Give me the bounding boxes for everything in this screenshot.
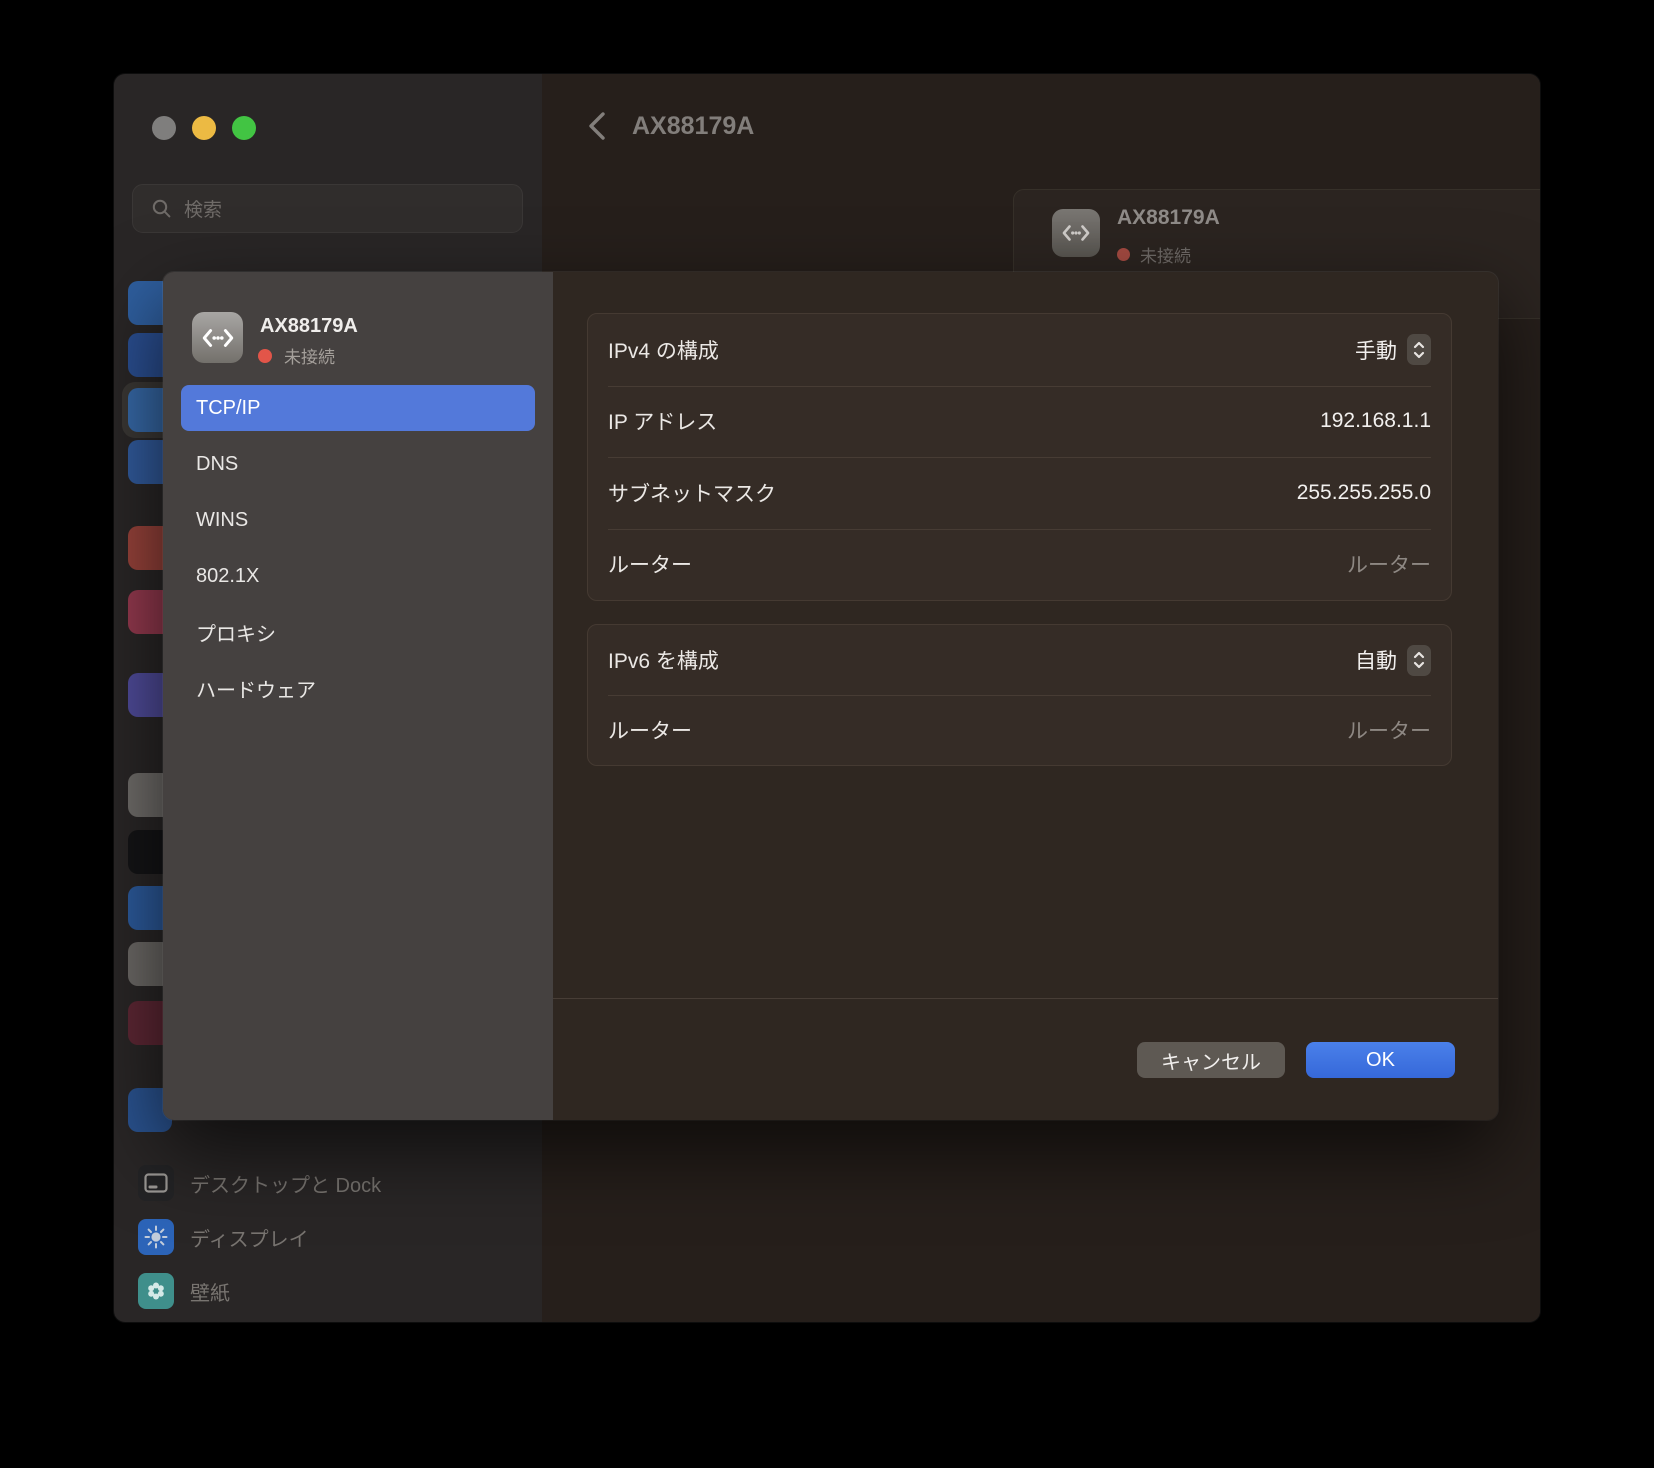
ipv6-settings-group: IPv6 を構成 自動 ルーター ルーター <box>587 624 1452 766</box>
subnet-mask-field[interactable]: 255.255.255.0 <box>1297 481 1431 505</box>
tab-hardware[interactable]: ハードウェア <box>181 665 535 711</box>
desktop-dock-icon <box>138 1165 174 1201</box>
ipv6-configure-value: 自動 <box>1355 645 1397 675</box>
ip-address-field[interactable]: 192.168.1.1 <box>1320 409 1431 433</box>
field-label: ルーター <box>608 549 692 579</box>
field-label: IPv6 を構成 <box>608 645 719 675</box>
ipv6-configure-row: IPv6 を構成 自動 <box>588 625 1451 695</box>
ipv4-router-field[interactable]: ルーター <box>1347 549 1431 579</box>
wallpaper-icon <box>138 1273 174 1309</box>
ip-address-row[interactable]: IP アドレス 192.168.1.1 <box>588 386 1451 458</box>
sidebar-item-label: ディスプレイ <box>190 1223 309 1252</box>
sidebar-item-label: 壁紙 <box>190 1277 230 1306</box>
tab-8021x[interactable]: 802.1X <box>181 553 535 599</box>
status-text: 未接続 <box>284 343 335 368</box>
sidebar-item-label: デスクトップと Dock <box>190 1169 381 1198</box>
sheet-menu: TCP/IP DNS WINS 802.1X プロキシ ハードウェア <box>181 385 535 721</box>
field-label: ルーター <box>608 715 692 745</box>
subnet-mask-row[interactable]: サブネットマスク 255.255.255.0 <box>588 457 1451 529</box>
status-text: 未接続 <box>1140 242 1191 267</box>
field-label: IPv4 の構成 <box>608 335 719 365</box>
window-zoom-button[interactable] <box>232 116 256 140</box>
ipv6-router-field[interactable]: ルーター <box>1347 715 1431 745</box>
back-chevron-icon[interactable] <box>588 111 606 141</box>
tab-dns[interactable]: DNS <box>181 441 535 487</box>
status-dot <box>1117 248 1130 261</box>
ipv6-configure-stepper[interactable] <box>1407 645 1431 676</box>
tcpip-settings-sheet: AX88179A 未接続 TCP/IP DNS WINS 802.1X プロキシ… <box>163 272 1498 1120</box>
search-placeholder: 検索 <box>184 195 222 222</box>
ipv4-router-row[interactable]: ルーター ルーター <box>588 529 1451 601</box>
tab-tcpip[interactable]: TCP/IP <box>181 385 535 431</box>
screen: 検索 デスクトップと Dock ディスプレイ 壁紙 <box>0 0 1654 1468</box>
search-icon <box>151 198 172 219</box>
field-label: IP アドレス <box>608 406 717 436</box>
status-dot <box>258 349 272 363</box>
window-close-button[interactable] <box>152 116 176 140</box>
ipv4-settings-group: IPv4 の構成 手動 IP アドレス 192.168.1.1 サブネットマスク… <box>587 313 1452 601</box>
field-label: サブネットマスク <box>608 478 776 508</box>
footer-divider <box>553 998 1498 999</box>
ok-button[interactable]: OK <box>1306 1042 1455 1078</box>
page-title: AX88179A <box>632 112 754 141</box>
sidebar-item-wallpaper[interactable]: 壁紙 <box>138 1273 230 1309</box>
tab-proxy[interactable]: プロキシ <box>181 609 535 655</box>
sheet-sidebar: AX88179A 未接続 TCP/IP DNS WINS 802.1X プロキシ… <box>163 272 553 1120</box>
search-input[interactable]: 検索 <box>132 184 523 233</box>
display-brightness-icon <box>138 1219 174 1255</box>
sidebar-item-desktop-dock[interactable]: デスクトップと Dock <box>138 1165 381 1201</box>
ipv6-router-row[interactable]: ルーター ルーター <box>588 695 1451 765</box>
ethernet-adapter-icon <box>192 312 243 363</box>
sidebar-item-displays[interactable]: ディスプレイ <box>138 1219 309 1255</box>
cancel-button[interactable]: キャンセル <box>1137 1042 1285 1078</box>
ipv4-configure-stepper[interactable] <box>1407 334 1431 365</box>
ipv4-configure-row: IPv4 の構成 手動 <box>588 314 1451 386</box>
ipv4-configure-value: 手動 <box>1355 335 1397 365</box>
tab-wins[interactable]: WINS <box>181 497 535 543</box>
device-name: AX88179A <box>1117 206 1220 230</box>
device-name: AX88179A <box>260 315 358 338</box>
ethernet-adapter-icon <box>1052 209 1100 257</box>
window-minimize-button[interactable] <box>192 116 216 140</box>
